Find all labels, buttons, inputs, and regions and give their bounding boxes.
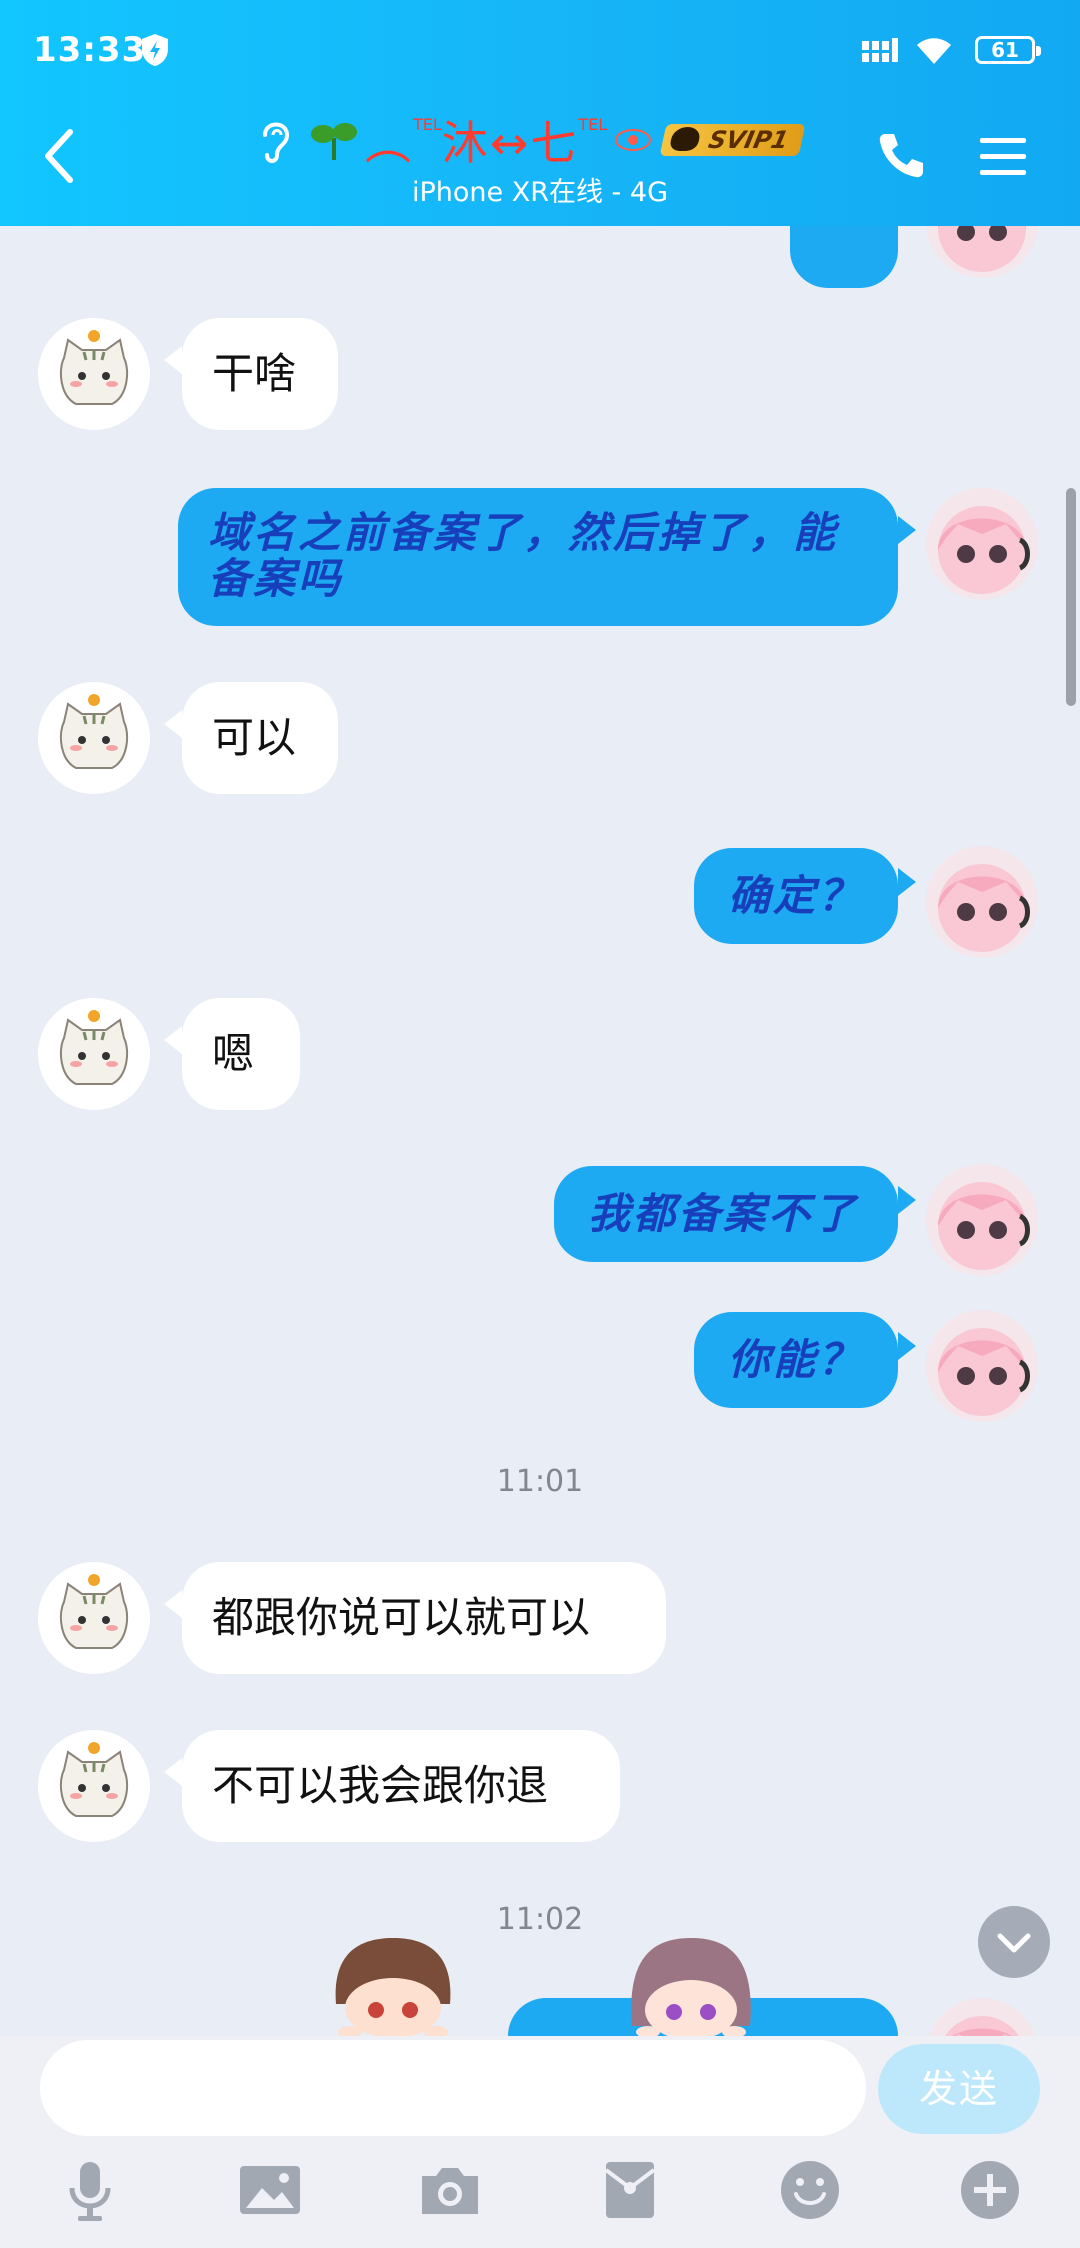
vip-badge: SVIP1 xyxy=(659,124,806,156)
my-avatar[interactable] xyxy=(926,846,1038,958)
emoji-icon[interactable] xyxy=(778,2158,842,2222)
message-list[interactable]: 干啥 域名之前备案了，然后掉了，能 备案吗 可以 确定？ 嗯 我都备案不了 你能… xyxy=(0,226,1080,2036)
message-timestamp: 11:02 xyxy=(496,1902,584,1937)
message-bubble-partial xyxy=(790,226,898,288)
camera-icon[interactable] xyxy=(418,2158,482,2222)
my-avatar[interactable] xyxy=(926,226,1038,278)
my-avatar[interactable] xyxy=(926,1310,1038,1422)
nickname-left: ︵ xyxy=(365,116,413,170)
eye-icon xyxy=(615,129,652,151)
message-bubble[interactable]: 干啥 xyxy=(182,318,338,430)
red-packet-icon[interactable] xyxy=(598,2158,662,2222)
nickname: 沐↔七 xyxy=(441,116,579,170)
ear-icon xyxy=(263,122,290,163)
message-bubble[interactable]: 不可以我会跟你退 xyxy=(182,1730,620,1842)
phone-icon[interactable] xyxy=(876,130,926,180)
send-button[interactable]: 发送 xyxy=(878,2044,1040,2134)
my-avatar[interactable] xyxy=(926,488,1038,600)
message-bubble[interactable]: 域名之前备案了，然后掉了，能 备案吗 xyxy=(178,488,898,626)
scroll-to-bottom-button[interactable] xyxy=(978,1906,1050,1978)
message-bubble[interactable]: 嗯 xyxy=(182,998,300,1110)
tel-label: TEL xyxy=(413,114,442,134)
shield-icon xyxy=(142,34,168,66)
contact-avatar[interactable] xyxy=(38,318,150,430)
menu-icon[interactable] xyxy=(978,134,1028,178)
sprout-icon xyxy=(311,123,357,160)
scrollbar[interactable] xyxy=(1066,488,1076,706)
peeking-boy-sticker xyxy=(335,1938,451,2036)
wifi-icon xyxy=(917,38,951,64)
battery-indicator: 61 xyxy=(975,36,1041,64)
microphone-icon[interactable] xyxy=(58,2158,122,2222)
chat-header: 13:33 61 ︵ TEL 沐↔七 TEL SVIP1 iPhone XR在线… xyxy=(0,0,1080,226)
input-area: 发送 xyxy=(0,2036,1080,2248)
plus-icon[interactable] xyxy=(958,2158,1022,2222)
my-avatar[interactable] xyxy=(926,1164,1038,1276)
contact-avatar[interactable] xyxy=(38,682,150,794)
message-bubble[interactable]: 都跟你说可以就可以 xyxy=(182,1562,666,1674)
contact-avatar[interactable] xyxy=(38,998,150,1110)
contact-title[interactable]: ︵ TEL 沐↔七 TEL SVIP1 xyxy=(255,112,865,170)
message-bubble[interactable]: 我都备案不了 xyxy=(554,1166,898,1262)
contact-avatar[interactable] xyxy=(38,1730,150,1842)
peeking-girl-sticker xyxy=(631,1938,751,2036)
image-icon[interactable] xyxy=(238,2158,302,2222)
contact-avatar[interactable] xyxy=(38,1562,150,1674)
message-input[interactable] xyxy=(40,2040,866,2136)
status-time: 13:33 xyxy=(33,30,147,70)
message-bubble[interactable]: 可以 xyxy=(182,682,338,794)
my-avatar[interactable] xyxy=(926,1998,1038,2036)
tel-label: TEL xyxy=(578,114,608,134)
signal-icon xyxy=(862,38,898,62)
message-timestamp: 11:01 xyxy=(496,1464,584,1499)
message-bubble[interactable]: 确定？ xyxy=(694,848,898,944)
chevron-down-icon xyxy=(997,1933,1031,1953)
message-bubble[interactable]: 你能？ xyxy=(694,1312,898,1408)
